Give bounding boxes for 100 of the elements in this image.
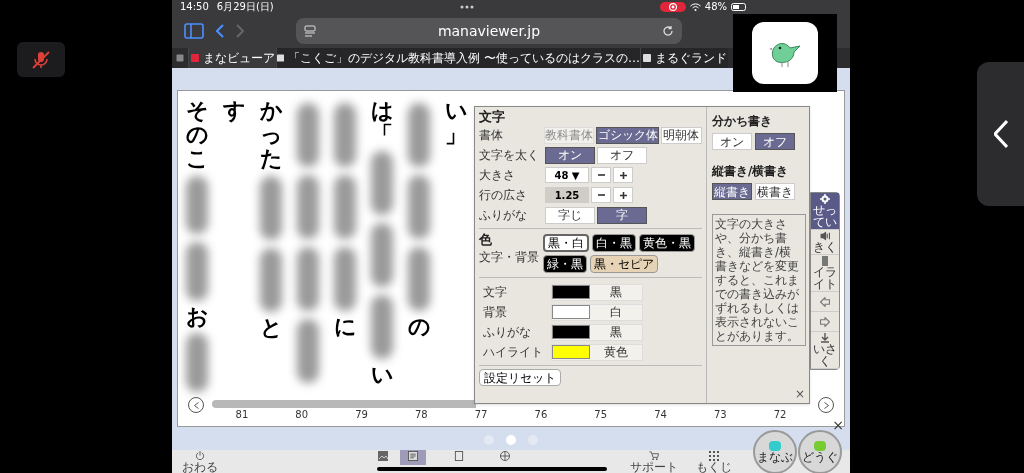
- toolbar-button[interactable]: いさく: [811, 332, 839, 369]
- blurred-text: [296, 319, 319, 383]
- marker-icon: [820, 256, 830, 266]
- color-preset-button[interactable]: 白・黒: [592, 234, 636, 252]
- reload-icon[interactable]: [662, 25, 674, 37]
- section-heading: 色: [479, 232, 493, 248]
- minus-icon: [597, 194, 605, 196]
- color-preset-button[interactable]: 緑・黒: [543, 255, 587, 273]
- option-button[interactable]: 横書き: [755, 183, 795, 200]
- option-button[interactable]: 字: [597, 206, 647, 224]
- toolbar-button[interactable]: サポート: [628, 450, 680, 473]
- page-number: 72: [773, 408, 787, 422]
- setting-label: 背景: [483, 304, 508, 321]
- power-icon: [195, 451, 205, 461]
- arrow-right-icon: [820, 316, 830, 327]
- globe-icon: [500, 451, 510, 461]
- battery-percentage: 48%: [704, 2, 727, 12]
- color-preset-button[interactable]: 黄色・黒: [639, 234, 695, 252]
- plus-button[interactable]: [613, 167, 633, 183]
- color-picker-button[interactable]: 黒: [551, 283, 643, 301]
- vertical-text: に: [333, 315, 356, 340]
- size-dropdown[interactable]: 48 ▼: [545, 167, 589, 183]
- address-bar[interactable]: manaviewer.jp: [296, 18, 682, 44]
- vertical-text: す: [222, 99, 245, 124]
- forward-icon[interactable]: [236, 24, 244, 38]
- blurred-text: [333, 247, 356, 311]
- page-number: 78: [414, 408, 428, 422]
- option-button[interactable]: 字じ: [545, 206, 595, 224]
- cart-icon: [649, 451, 659, 461]
- option-button[interactable]: 明朝体: [660, 126, 702, 144]
- blurred-text: [370, 295, 393, 360]
- toolbar-button[interactable]: せってい: [811, 193, 839, 230]
- vertical-text: そのこ: [185, 99, 208, 172]
- option-button[interactable]: 縦書き: [712, 183, 752, 200]
- blurred-text: [333, 175, 356, 239]
- browser-tab[interactable]: まるぐランド: [640, 48, 728, 68]
- vertical-text: と: [259, 315, 282, 340]
- grid-icon: [709, 451, 719, 461]
- browser-tab[interactable]: まなビューア: [188, 48, 276, 68]
- page-number: 73: [713, 408, 727, 422]
- section-heading: 文字: [479, 109, 506, 125]
- wifi-icon: [689, 3, 701, 11]
- option-button[interactable]: オン: [545, 146, 595, 164]
- color-preset-button[interactable]: 黒・セピア: [590, 255, 658, 273]
- toolbar-button[interactable]: [400, 450, 426, 465]
- page-number: 77: [474, 408, 488, 422]
- blurred-text: [407, 247, 430, 311]
- previous-page-button[interactable]: [188, 397, 204, 413]
- chevron-right-icon: [823, 401, 829, 409]
- settings-icon: [820, 194, 830, 204]
- option-button[interactable]: オフ: [755, 133, 795, 150]
- close-button[interactable]: ×: [794, 388, 805, 400]
- color-picker-button[interactable]: 黄色: [551, 343, 643, 361]
- worksheet-icon: [454, 451, 464, 461]
- setting-label: ふりがな: [483, 324, 532, 341]
- battery-icon: [731, 3, 746, 11]
- minus-button[interactable]: [591, 187, 611, 203]
- back-icon[interactable]: [216, 24, 224, 38]
- blurred-text: [296, 175, 319, 239]
- browser-tab[interactable]: 「こくご」のデジタル教科書導入例 〜使っているのはクラスの…: [276, 48, 640, 68]
- blurred-text: [370, 223, 393, 288]
- close-button[interactable]: ×: [832, 418, 844, 432]
- toolbar-button[interactable]: おわる: [180, 450, 220, 473]
- blurred-text: [185, 242, 208, 302]
- value-field: 1.25: [545, 187, 589, 203]
- vertical-text: い: [370, 363, 393, 388]
- tab-overview-icon[interactable]: [176, 54, 184, 62]
- setting-label: 文字・背景: [479, 249, 540, 266]
- option-button[interactable]: ゴシック体: [596, 126, 659, 144]
- toolbar-button[interactable]: きく: [811, 230, 839, 255]
- blurred-text: [185, 175, 208, 235]
- page-number: 79: [355, 408, 368, 422]
- option-button[interactable]: オフ: [597, 146, 647, 164]
- notice-text: 文字の大きさや、分かち書き、縦書き/横書きなどを変更すると、これまでの書き込みがずれるもしくは表示されないことがあります。: [712, 214, 806, 346]
- setting-label: ふりがな: [479, 207, 528, 224]
- speaker-icon: [820, 231, 830, 241]
- color-picker-button[interactable]: 黒: [551, 323, 643, 341]
- section-heading: 分かち書き: [712, 113, 773, 130]
- favicon-icon: [277, 54, 285, 62]
- reset-settings-button[interactable]: 設定リセット: [479, 369, 561, 386]
- minus-button[interactable]: [591, 167, 611, 183]
- page-number: 80: [295, 408, 309, 422]
- favicon-icon: [642, 54, 651, 62]
- plus-button[interactable]: [613, 187, 633, 203]
- page-number: 81: [235, 408, 249, 422]
- blurred-text: [370, 151, 393, 216]
- setting-label: 大きさ: [479, 167, 516, 184]
- color-picker-button[interactable]: 白: [551, 303, 643, 321]
- toolbar-button[interactable]: もくじ: [694, 450, 734, 473]
- url-text: manaviewer.jp: [436, 21, 542, 41]
- toolbar-button[interactable]: イライト: [811, 255, 839, 292]
- vertical-text: は「: [370, 99, 393, 148]
- option-button[interactable]: オン: [712, 133, 752, 150]
- muted-microphone-button[interactable]: [17, 42, 65, 77]
- setting-label: 文字: [483, 284, 508, 301]
- color-preset-button[interactable]: 黒・白: [543, 234, 589, 252]
- download-icon: [820, 333, 830, 343]
- next-page-button[interactable]: [818, 397, 834, 413]
- page-slider-track[interactable]: [212, 400, 476, 408]
- sidebar-icon[interactable]: [184, 23, 204, 39]
